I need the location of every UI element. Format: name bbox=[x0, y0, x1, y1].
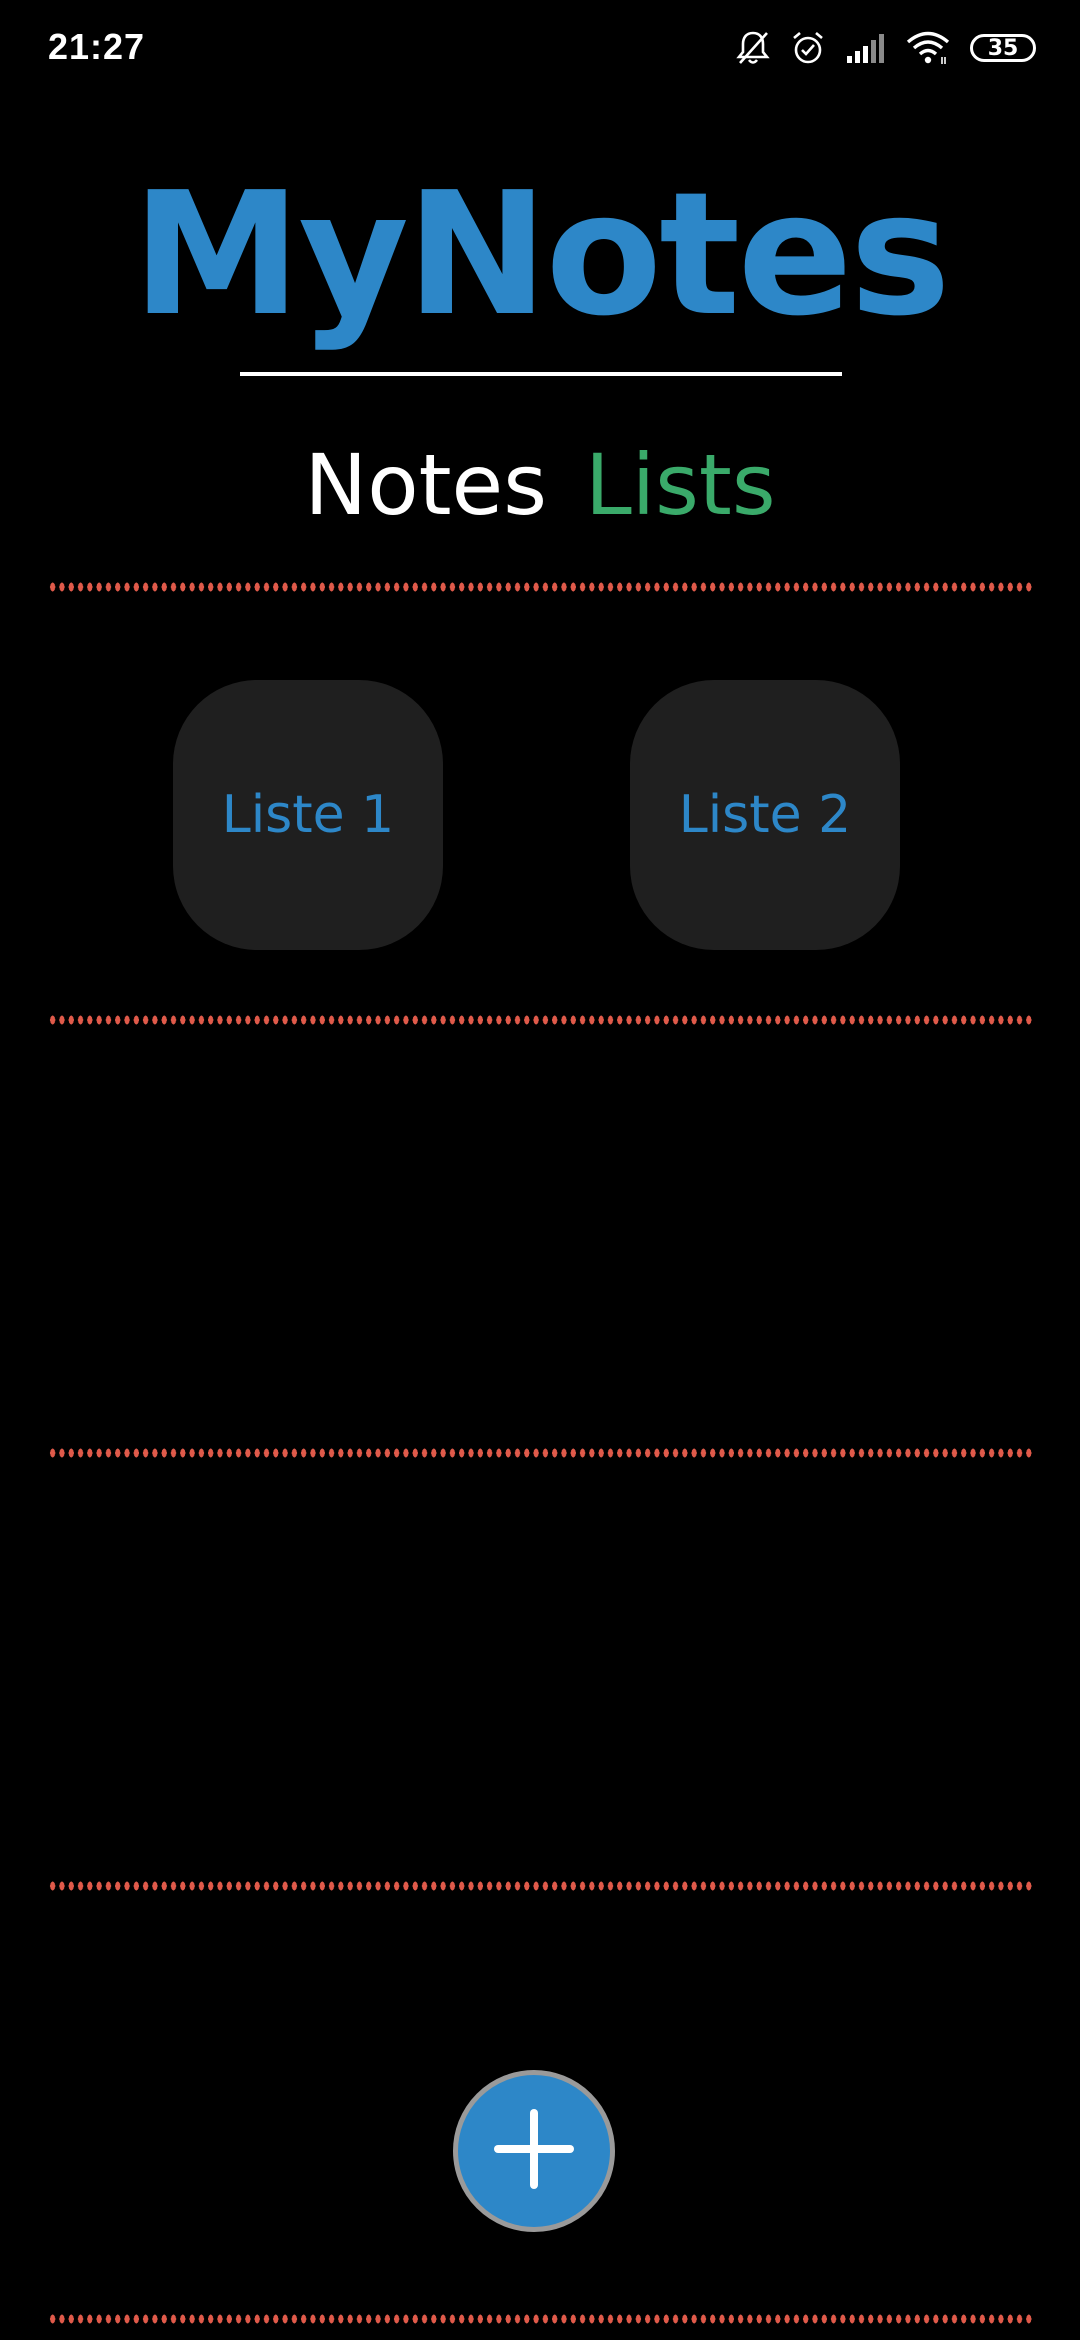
tab-lists[interactable]: Lists bbox=[585, 430, 776, 540]
row-separator bbox=[48, 1881, 1034, 1891]
row-separator bbox=[48, 582, 1034, 592]
add-button[interactable] bbox=[453, 2070, 615, 2232]
status-time: 21:27 bbox=[48, 26, 146, 67]
plus-icon bbox=[494, 2108, 574, 2194]
list-card-liste-2[interactable]: Liste 2 bbox=[630, 680, 900, 950]
list-card-label: Liste 1 bbox=[221, 785, 395, 845]
battery-icon: 35 bbox=[970, 34, 1036, 62]
list-card-label: Liste 2 bbox=[678, 785, 852, 845]
app-title: MyNotes bbox=[132, 156, 951, 354]
row-separator bbox=[48, 1448, 1034, 1458]
status-icons: 35 bbox=[736, 28, 1036, 68]
tab-bar: Notes Lists bbox=[0, 430, 1080, 540]
tab-notes[interactable]: Notes bbox=[304, 430, 547, 540]
wifi-icon bbox=[906, 31, 950, 65]
signal-icon bbox=[846, 32, 886, 64]
bell-off-icon bbox=[736, 30, 770, 66]
title-underline bbox=[240, 372, 842, 376]
row-separator bbox=[48, 1015, 1034, 1025]
row-separator bbox=[48, 2314, 1034, 2324]
status-bar: 21:27 35 bbox=[0, 0, 1080, 96]
list-card-liste-1[interactable]: Liste 1 bbox=[173, 680, 443, 950]
alarm-icon bbox=[790, 30, 826, 66]
